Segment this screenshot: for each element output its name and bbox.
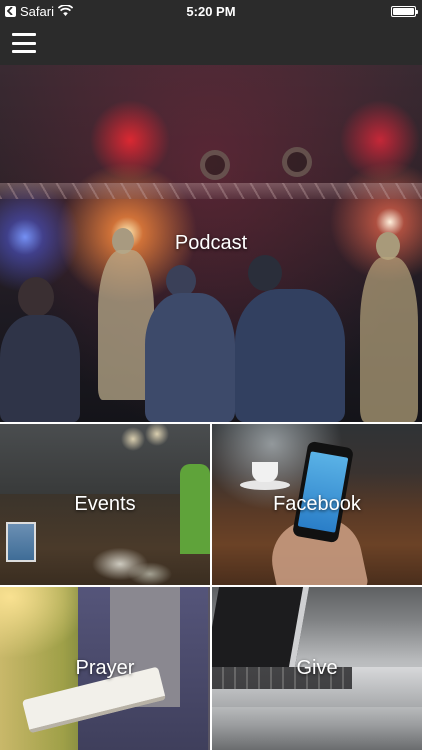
prayer-tile[interactable]: Prayer (0, 587, 210, 750)
back-to-app-label[interactable]: Safari (20, 4, 54, 19)
wifi-icon (57, 3, 74, 19)
battery-icon (391, 6, 418, 17)
navigation-bar (0, 22, 422, 65)
back-to-app-icon[interactable] (5, 5, 16, 17)
status-bar: Safari 5:20 PM (0, 0, 422, 22)
prayer-label: Prayer (75, 657, 135, 679)
podcast-tile[interactable]: Podcast (0, 65, 422, 422)
podcast-label: Podcast (174, 232, 248, 254)
give-tile[interactable]: Give (212, 587, 422, 750)
events-tile[interactable]: Events (0, 424, 210, 585)
events-label: Events (74, 493, 136, 515)
facebook-label: Facebook (273, 493, 361, 515)
hamburger-menu-icon[interactable] (12, 33, 36, 53)
facebook-tile[interactable]: Facebook (212, 424, 422, 585)
status-left: Safari (0, 3, 74, 19)
give-label: Give (296, 657, 338, 679)
